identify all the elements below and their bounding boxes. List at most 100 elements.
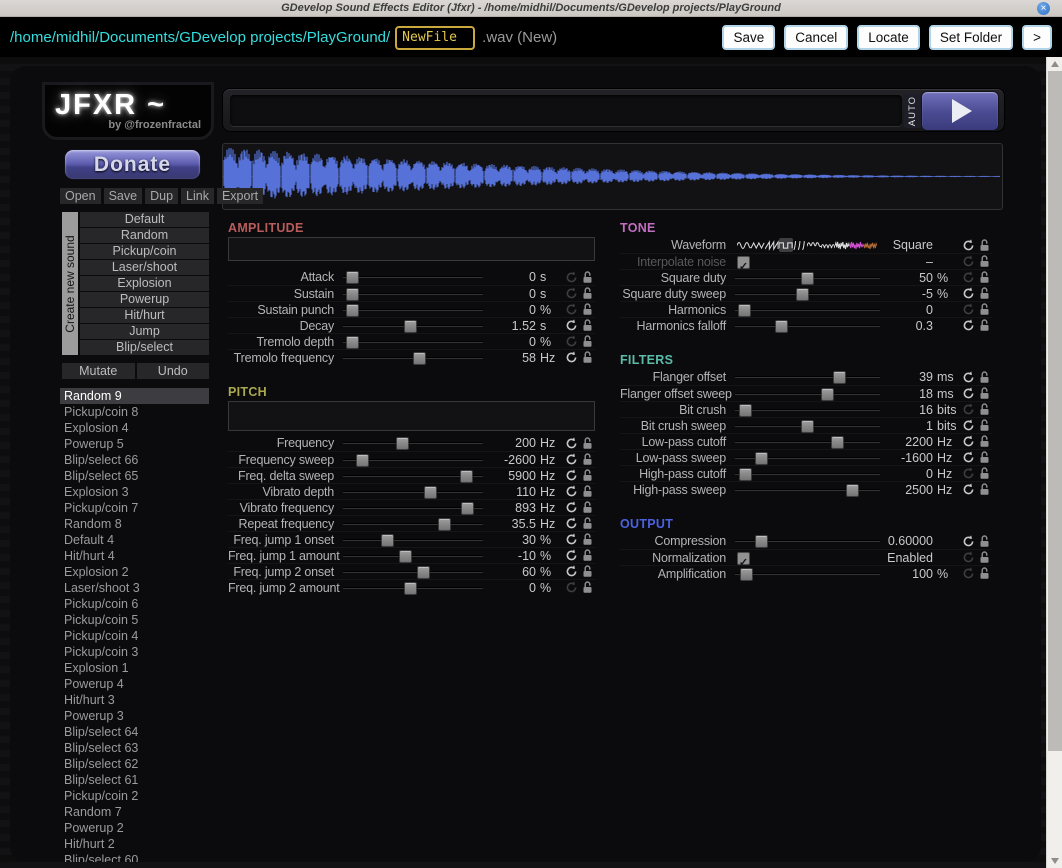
high-pass-sweep-slider[interactable]: [846, 484, 859, 497]
low-pass-sweep-slider[interactable]: [755, 452, 768, 465]
bit-crush-sweep-slider[interactable]: [801, 420, 814, 433]
frequency-slider[interactable]: [396, 437, 409, 450]
lock-icon[interactable]: [579, 436, 595, 450]
reset-icon[interactable]: [960, 303, 976, 317]
sound-item-explosion-1[interactable]: Explosion 1: [60, 660, 209, 676]
square-duty-slider[interactable]: [801, 272, 814, 285]
reset-icon[interactable]: [563, 469, 579, 483]
freq-jump-1-amount-slider-track[interactable]: [343, 555, 483, 557]
sound-item-explosion-4[interactable]: Explosion 4: [60, 420, 209, 436]
reset-icon[interactable]: [960, 451, 976, 465]
waveform-brown-noise-icon[interactable]: [863, 238, 877, 252]
export-action-button[interactable]: Export: [217, 188, 263, 204]
next-button[interactable]: >: [1022, 25, 1052, 50]
reset-icon[interactable]: [563, 485, 579, 499]
lock-icon[interactable]: [976, 303, 992, 317]
dup-action-button[interactable]: Dup: [145, 188, 178, 204]
sound-item-pickup-coin-5[interactable]: Pickup/coin 5: [60, 612, 209, 628]
reset-icon[interactable]: [960, 403, 976, 417]
lock-icon[interactable]: [976, 435, 992, 449]
reset-icon[interactable]: [563, 533, 579, 547]
preset-powerup-button[interactable]: Powerup: [80, 292, 209, 307]
sustain-punch-slider-track[interactable]: [343, 309, 483, 311]
lock-icon[interactable]: [579, 485, 595, 499]
close-icon[interactable]: ×: [1037, 2, 1050, 15]
harmonics-slider-track[interactable]: [735, 309, 880, 311]
waveform-triangle-icon[interactable]: [751, 238, 765, 252]
reset-icon[interactable]: [960, 370, 976, 384]
lock-icon[interactable]: [579, 501, 595, 515]
donate-button[interactable]: Donate: [64, 149, 201, 180]
tremolo-depth-slider-track[interactable]: [343, 341, 483, 343]
preset-default-button[interactable]: Default: [80, 212, 209, 227]
scroll-down-icon[interactable]: [1047, 854, 1062, 868]
preset-explosion-button[interactable]: Explosion: [80, 276, 209, 291]
lock-icon[interactable]: [976, 271, 992, 285]
lock-icon[interactable]: [976, 467, 992, 481]
lock-icon[interactable]: [579, 517, 595, 531]
lock-icon[interactable]: [579, 469, 595, 483]
high-pass-cutoff-slider[interactable]: [739, 468, 752, 481]
low-pass-cutoff-slider-track[interactable]: [735, 441, 880, 443]
freq-jump-2-onset-slider[interactable]: [417, 566, 430, 579]
reset-icon[interactable]: [563, 351, 579, 365]
locate-button[interactable]: Locate: [857, 25, 920, 50]
mutate-button[interactable]: Mutate: [62, 363, 135, 379]
sound-item-blip-select-65[interactable]: Blip/select 65: [60, 468, 209, 484]
sustain-punch-slider[interactable]: [346, 304, 359, 317]
sound-item-pickup-coin-7[interactable]: Pickup/coin 7: [60, 500, 209, 516]
reset-icon[interactable]: [960, 419, 976, 433]
sound-item-powerup-5[interactable]: Powerup 5: [60, 436, 209, 452]
reset-icon[interactable]: [563, 581, 579, 595]
undo-button[interactable]: Undo: [137, 363, 210, 379]
flanger-offset-sweep-slider-track[interactable]: [735, 393, 880, 395]
reset-icon[interactable]: [960, 534, 976, 548]
filename-input[interactable]: [395, 26, 475, 50]
reset-icon[interactable]: [563, 549, 579, 563]
lock-icon[interactable]: [976, 403, 992, 417]
lock-icon[interactable]: [976, 451, 992, 465]
scroll-up-icon[interactable]: [1047, 57, 1062, 71]
reset-icon[interactable]: [563, 436, 579, 450]
sound-item-pickup-coin-8[interactable]: Pickup/coin 8: [60, 404, 209, 420]
lock-icon[interactable]: [579, 533, 595, 547]
sound-item-laser-shoot-3[interactable]: Laser/shoot 3: [60, 580, 209, 596]
decay-slider[interactable]: [404, 320, 417, 333]
freq-delta-sweep-slider[interactable]: [460, 470, 473, 483]
tremolo-depth-slider[interactable]: [346, 336, 359, 349]
frequency-sweep-slider[interactable]: [356, 454, 369, 467]
reset-icon[interactable]: [563, 303, 579, 317]
lock-icon[interactable]: [976, 567, 992, 581]
lock-icon[interactable]: [579, 303, 595, 317]
sound-item-hit-hurt-4[interactable]: Hit/hurt 4: [60, 548, 209, 564]
harmonics-slider[interactable]: [738, 304, 751, 317]
lock-icon[interactable]: [579, 351, 595, 365]
save-action-button[interactable]: Save: [104, 188, 143, 204]
preset-blip-select-button[interactable]: Blip/select: [80, 340, 209, 355]
lock-icon[interactable]: [579, 287, 595, 301]
bit-crush-slider-track[interactable]: [735, 409, 880, 411]
lock-icon[interactable]: [976, 387, 992, 401]
sound-item-blip-select-60[interactable]: Blip/select 60: [60, 852, 209, 862]
normalization-checkbox[interactable]: ✓: [737, 552, 750, 565]
lock-icon[interactable]: [579, 581, 595, 595]
playback-progress-bar[interactable]: [230, 95, 902, 126]
reset-icon[interactable]: [563, 501, 579, 515]
frequency-slider-track[interactable]: [343, 442, 483, 444]
reset-icon[interactable]: [960, 387, 976, 401]
waveform-whistle-icon[interactable]: [807, 238, 821, 252]
page-scrollbar[interactable]: [1046, 57, 1062, 868]
flanger-offset-slider-track[interactable]: [735, 376, 880, 378]
tremolo-frequency-slider[interactable]: [413, 352, 426, 365]
freq-jump-1-onset-slider-track[interactable]: [343, 539, 483, 541]
attack-slider[interactable]: [346, 271, 359, 284]
lock-icon[interactable]: [579, 319, 595, 333]
sound-item-pickup-coin-4[interactable]: Pickup/coin 4: [60, 628, 209, 644]
cancel-button[interactable]: Cancel: [784, 25, 848, 50]
waveform-square-icon[interactable]: [779, 238, 793, 252]
sound-item-pickup-coin-2[interactable]: Pickup/coin 2: [60, 788, 209, 804]
sound-item-blip-select-63[interactable]: Blip/select 63: [60, 740, 209, 756]
sound-item-powerup-3[interactable]: Powerup 3: [60, 708, 209, 724]
harmonics-falloff-slider[interactable]: [775, 320, 788, 333]
sound-item-hit-hurt-3[interactable]: Hit/hurt 3: [60, 692, 209, 708]
